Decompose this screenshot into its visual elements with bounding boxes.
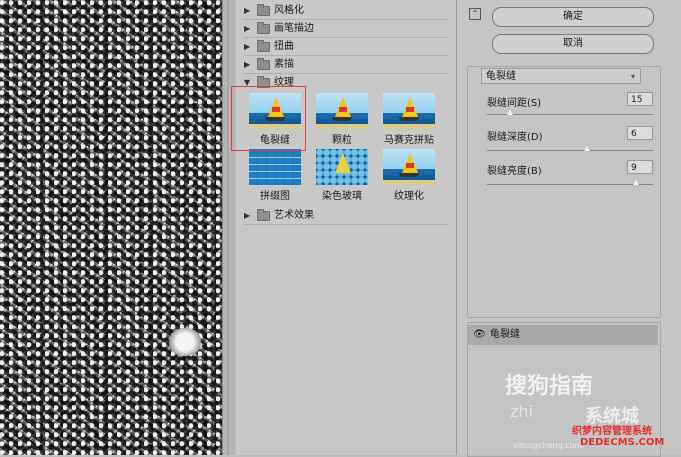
- folder-icon: [257, 209, 270, 221]
- triangle-right-icon: ▶: [244, 42, 251, 51]
- category-stylize[interactable]: ▶ 风格化: [244, 3, 449, 20]
- effect-layer-row[interactable]: 👁 龟裂缝: [468, 325, 658, 345]
- selected-filter-highlight: [231, 86, 306, 151]
- crack-spacing-input[interactable]: 15: [627, 92, 653, 106]
- cancel-button[interactable]: 取消: [492, 34, 654, 54]
- filter-thumb-stained-glass[interactable]: 染色玻璃: [316, 149, 368, 202]
- category-brush-strokes[interactable]: ▶ 画笔描边: [244, 21, 449, 38]
- crack-brightness-label: 裂缝亮度(B): [487, 166, 542, 177]
- triangle-right-icon: ▶: [244, 60, 251, 69]
- triangle-right-icon: ▶: [244, 24, 251, 33]
- thumb-label: 拼缀图: [260, 191, 290, 202]
- filter-thumb-mosaic-tiles[interactable]: 马赛克拼贴: [383, 93, 435, 146]
- triangle-right-icon: ▶: [244, 6, 251, 15]
- category-sketch[interactable]: ▶ 素描: [244, 57, 449, 74]
- thumb-image: [249, 149, 301, 185]
- filter-thumb-grain[interactable]: 颗粒: [316, 93, 368, 146]
- crack-brightness-slider[interactable]: [487, 180, 653, 185]
- filter-preview-image[interactable]: [0, 0, 222, 455]
- category-label: 风格化: [274, 5, 304, 16]
- folder-icon: [257, 22, 270, 34]
- watermark-sogou: 搜狗指南: [505, 374, 594, 399]
- filter-gallery-tree: ▶ 风格化 ▶ 画笔描边 ▶ 扭曲 ▶ 素描 ▼ 纹理 龟裂缝 颗粒 马赛克拼贴…: [236, 0, 457, 455]
- filter-thumb-patchwork[interactable]: 拼缀图: [249, 149, 301, 202]
- category-distort[interactable]: ▶ 扭曲: [244, 39, 449, 56]
- scrollbar-grip[interactable]: [227, 0, 229, 455]
- category-label: 扭曲: [274, 41, 294, 52]
- eye-icon[interactable]: 👁: [473, 325, 486, 345]
- preview-scrollbar[interactable]: [222, 0, 235, 455]
- crack-depth-slider[interactable]: [487, 146, 653, 151]
- chevron-down-icon: ▾: [630, 72, 635, 81]
- folder-icon: [257, 40, 270, 52]
- triangle-right-icon: ▶: [244, 211, 251, 220]
- thumb-image: [316, 93, 368, 129]
- thumb-label: 马赛克拼贴: [384, 135, 434, 146]
- crack-spacing-label: 裂缝间距(S): [487, 98, 542, 109]
- category-label: 艺术效果: [274, 210, 314, 221]
- folder-icon: [257, 58, 270, 70]
- thumb-label: 染色玻璃: [322, 191, 362, 202]
- watermark-dede-title: 织梦内容管理系统: [572, 426, 652, 437]
- crack-brightness-input[interactable]: 9: [627, 160, 653, 174]
- preview-highlight: [168, 328, 202, 356]
- thumb-label: 纹理化: [394, 191, 424, 202]
- ok-button[interactable]: 确定: [492, 7, 654, 27]
- category-label: 素描: [274, 59, 294, 70]
- category-artistic[interactable]: ▶ 艺术效果: [244, 208, 449, 225]
- slider-knob[interactable]: [633, 180, 640, 185]
- watermark-dede-url: DEDECMS.COM: [580, 437, 665, 448]
- category-label: 画笔描边: [274, 23, 314, 34]
- slider-knob[interactable]: [507, 110, 514, 115]
- crack-spacing-slider[interactable]: [487, 110, 653, 115]
- filter-thumb-texturizer[interactable]: 纹理化: [383, 149, 435, 202]
- watermark-site-url: xitongcheng.com: [513, 441, 583, 450]
- slider-knob[interactable]: [583, 146, 590, 151]
- thumb-image: [316, 149, 368, 185]
- layer-name: 龟裂缝: [490, 329, 520, 340]
- collapse-toggle-icon[interactable]: ⌃: [469, 8, 481, 20]
- thumb-image: [383, 93, 435, 129]
- crack-depth-label: 裂缝深度(D): [487, 132, 543, 143]
- folder-icon: [257, 4, 270, 16]
- crack-depth-input[interactable]: 6: [627, 126, 653, 140]
- thumb-image: [383, 149, 435, 185]
- filter-select[interactable]: 龟裂缝 ▾: [481, 68, 641, 84]
- watermark-zhi: zhi: [510, 402, 533, 421]
- filter-select-value: 龟裂缝: [486, 71, 516, 82]
- thumb-label: 颗粒: [332, 135, 352, 146]
